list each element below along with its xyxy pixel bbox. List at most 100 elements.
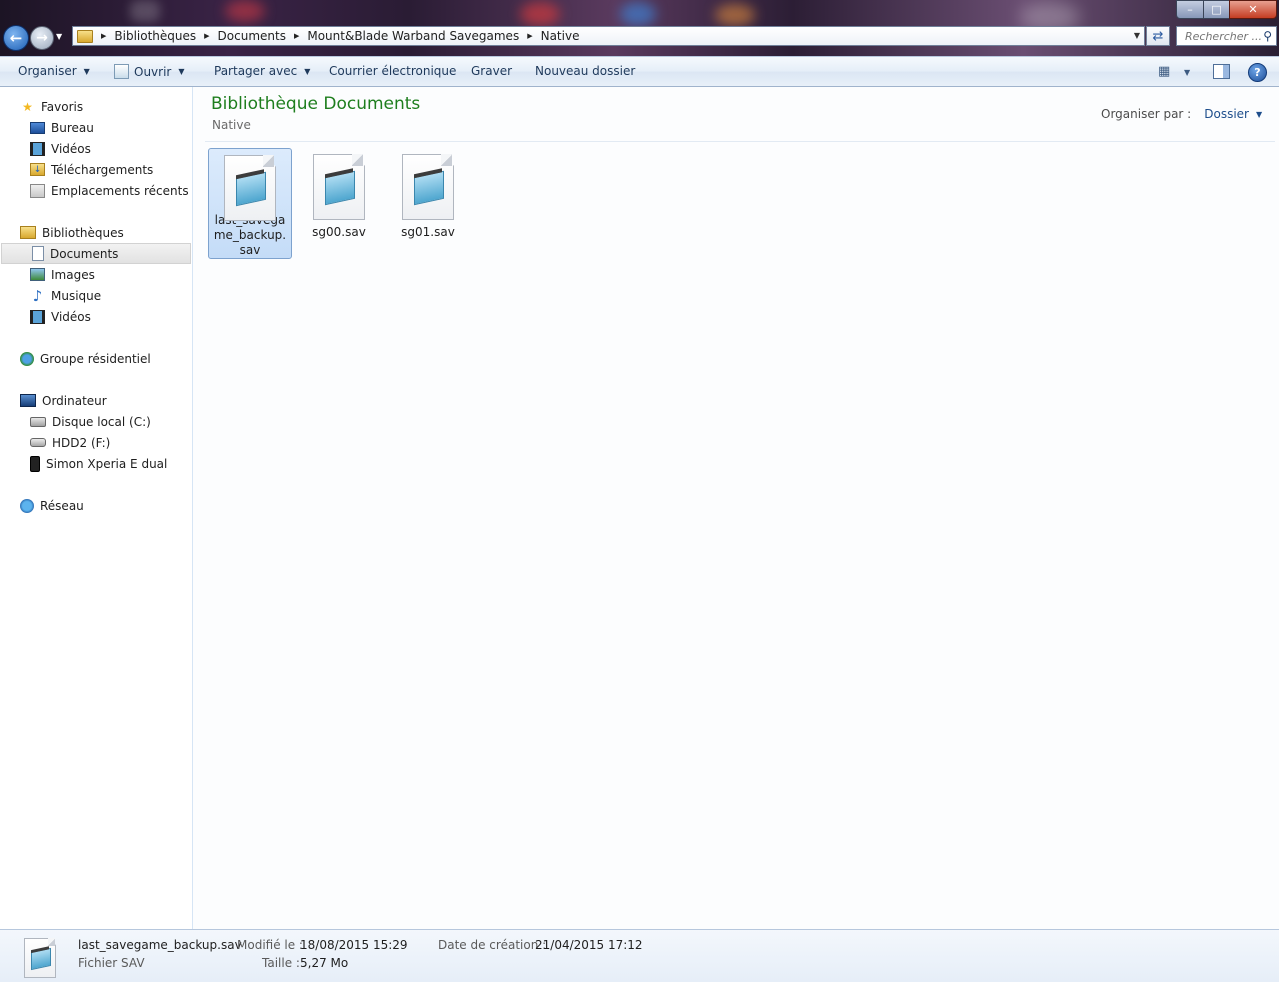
help-icon[interactable]: ? bbox=[1248, 63, 1267, 82]
chevron-down-icon: ▼ bbox=[178, 67, 185, 76]
nav-videos-favorite[interactable]: Vidéos bbox=[0, 138, 220, 159]
nav-favorites[interactable]: ★ Favoris bbox=[0, 96, 210, 117]
breadcrumb-native[interactable]: Native bbox=[541, 29, 580, 43]
close-button[interactable]: ✕ bbox=[1229, 0, 1277, 19]
open-button[interactable]: Ouvrir ▼ bbox=[114, 64, 185, 79]
forward-button[interactable]: → bbox=[30, 26, 54, 50]
file-list-area[interactable]: Bibliothèque Documents Native Organiser … bbox=[193, 87, 1279, 929]
arrange-value[interactable]: Dossier bbox=[1204, 107, 1249, 121]
breadcrumb-documents[interactable]: Documents bbox=[218, 29, 286, 43]
refresh-icon: ⇄ bbox=[1152, 28, 1164, 44]
details-file-name: last_savegame_backup.sav bbox=[78, 938, 242, 952]
nav-music[interactable]: ♪ Musique bbox=[0, 285, 220, 306]
nav-desktop[interactable]: Bureau bbox=[0, 117, 220, 138]
nav-libraries[interactable]: Bibliothèques bbox=[0, 222, 210, 243]
maximize-button[interactable]: □ bbox=[1203, 0, 1230, 19]
details-file-type: Fichier SAV bbox=[78, 956, 145, 970]
email-button[interactable]: Courrier électronique bbox=[329, 64, 456, 78]
notepad-icon bbox=[114, 64, 129, 79]
nav-hdd2-f[interactable]: HDD2 (F:) bbox=[0, 432, 220, 453]
chevron-down-icon: ▼ bbox=[304, 66, 311, 76]
chevron-down-icon[interactable]: ▼ bbox=[1256, 110, 1262, 119]
computer-icon bbox=[20, 394, 36, 407]
library-icon bbox=[20, 226, 36, 239]
history-dropdown-icon[interactable]: ▼ bbox=[56, 32, 62, 41]
file-item[interactable]: last_savegame_backup.sav bbox=[208, 148, 292, 259]
taskbar-thumb bbox=[620, 2, 656, 26]
homegroup-icon bbox=[20, 351, 34, 366]
nav-network[interactable]: Réseau bbox=[0, 495, 210, 516]
nav-local-disk-c[interactable]: Disque local (C:) bbox=[0, 411, 220, 432]
nav-label: Disque local (C:) bbox=[52, 414, 151, 429]
share-button[interactable]: Partager avec ▼ bbox=[214, 64, 310, 78]
minimize-button[interactable]: – bbox=[1176, 0, 1204, 19]
nav-label: Bibliothèques bbox=[42, 225, 124, 240]
nav-label: Favoris bbox=[41, 99, 84, 114]
nav-computer[interactable]: Ordinateur bbox=[0, 390, 210, 411]
notepad-file-icon bbox=[402, 154, 454, 220]
file-item[interactable]: sg00.sav bbox=[297, 148, 381, 259]
notepad-file-icon bbox=[24, 938, 58, 978]
preview-pane-icon[interactable] bbox=[1213, 64, 1230, 79]
image-icon bbox=[30, 268, 45, 281]
chevron-down-icon: ▼ bbox=[83, 66, 90, 76]
details-pane: last_savegame_backup.sav Fichier SAV Mod… bbox=[0, 929, 1279, 982]
navigation-pane: ★ Favoris Bureau Vidéos ↓ Téléchargement… bbox=[0, 87, 193, 929]
details-size-label: Taille : bbox=[262, 956, 300, 970]
breadcrumb-libraries[interactable]: Bibliothèques bbox=[114, 29, 196, 43]
search-input[interactable] bbox=[1183, 28, 1265, 44]
nav-recent-places[interactable]: Emplacements récents bbox=[0, 180, 220, 201]
nav-videos-library[interactable]: Vidéos bbox=[0, 306, 220, 327]
nav-downloads[interactable]: ↓ Téléchargements bbox=[0, 159, 220, 180]
nav-images[interactable]: Images bbox=[0, 264, 220, 285]
page-subtitle: Native bbox=[212, 118, 251, 132]
back-button[interactable]: ← bbox=[3, 25, 29, 51]
downloads-folder-icon: ↓ bbox=[30, 163, 45, 176]
chevron-right-icon[interactable]: ▶ bbox=[527, 32, 532, 40]
chevron-down-icon[interactable]: ▼ bbox=[1134, 31, 1140, 40]
nav-homegroup[interactable]: Groupe résidentiel bbox=[0, 348, 210, 369]
organize-button[interactable]: Organiser ▼ bbox=[18, 64, 90, 78]
details-modified-value: 18/08/2015 15:29 bbox=[300, 938, 408, 952]
film-icon bbox=[30, 309, 45, 324]
taskbar-thumb bbox=[520, 2, 560, 26]
film-icon bbox=[30, 141, 45, 156]
new-folder-button[interactable]: Nouveau dossier bbox=[535, 64, 635, 78]
taskbar-thumb bbox=[225, 0, 265, 22]
refresh-button[interactable]: ⇄ bbox=[1146, 26, 1170, 46]
recent-places-icon bbox=[30, 183, 45, 198]
drive-icon bbox=[30, 438, 46, 447]
hard-disk-icon bbox=[30, 416, 46, 427]
details-created-value: 21/04/2015 17:12 bbox=[535, 938, 643, 952]
chevron-right-icon[interactable]: ▶ bbox=[204, 32, 209, 40]
email-label: Courrier électronique bbox=[329, 64, 457, 78]
view-options-icon[interactable]: ▦ bbox=[1158, 64, 1170, 79]
search-icon[interactable]: ⚲ bbox=[1263, 29, 1272, 43]
file-item[interactable]: sg01.sav bbox=[386, 148, 470, 259]
nav-label: Vidéos bbox=[51, 141, 91, 156]
nav-label: Bureau bbox=[51, 120, 94, 135]
notepad-file-icon bbox=[313, 154, 365, 220]
chevron-right-icon[interactable]: ▶ bbox=[101, 32, 106, 40]
arrow-left-icon: ← bbox=[9, 29, 23, 47]
nav-label: Documents bbox=[50, 246, 119, 261]
breadcrumb-savegames[interactable]: Mount&Blade Warband Savegames bbox=[307, 29, 519, 43]
search-box[interactable]: ⚲ bbox=[1176, 26, 1277, 46]
address-bar[interactable]: ▶ Bibliothèques ▶ Documents ▶ Mount&Blad… bbox=[72, 26, 1145, 46]
nav-label: Images bbox=[51, 267, 95, 282]
burn-button[interactable]: Graver bbox=[471, 64, 512, 78]
nav-label: Ordinateur bbox=[42, 393, 107, 408]
taskbar-thumb bbox=[130, 0, 160, 22]
nav-documents[interactable]: Documents bbox=[1, 243, 191, 264]
music-note-icon: ♪ bbox=[32, 286, 43, 305]
nav-label: HDD2 (F:) bbox=[52, 435, 111, 450]
notepad-file-icon bbox=[224, 155, 276, 221]
nav-phone[interactable]: Simon Xperia E dual bbox=[0, 453, 220, 474]
share-label: Partager avec bbox=[214, 64, 298, 78]
burn-label: Graver bbox=[471, 64, 513, 78]
nav-label: Simon Xperia E dual bbox=[46, 456, 168, 471]
chevron-down-icon[interactable]: ▼ bbox=[1184, 68, 1190, 77]
organize-label: Organiser bbox=[18, 64, 77, 78]
nav-label: Emplacements récents bbox=[51, 183, 189, 198]
chevron-right-icon[interactable]: ▶ bbox=[294, 32, 299, 40]
